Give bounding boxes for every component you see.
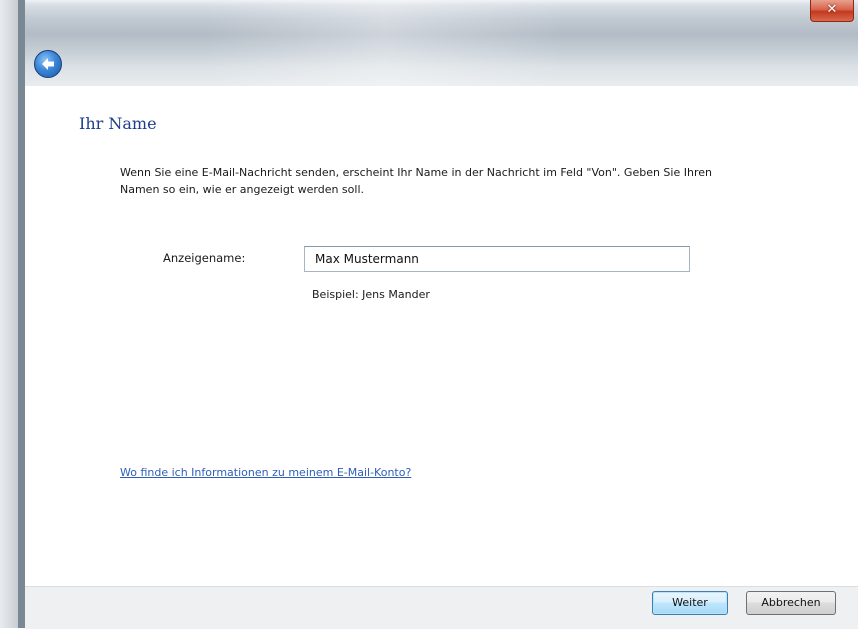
display-name-input[interactable]: [304, 246, 690, 272]
title-bar-sheen: [205, 0, 565, 86]
wizard-window: ✕ Ihr Name Wenn Sie eine E-Mail-Nachrich…: [18, 0, 858, 629]
back-button[interactable]: [34, 50, 62, 78]
desktop-background: [0, 0, 18, 628]
description-text: Wenn Sie eine E-Mail-Nachricht senden, e…: [120, 166, 712, 196]
button-bar: Weiter Abbrechen: [25, 586, 858, 629]
content-area: Ihr Name Wenn Sie eine E-Mail-Nachricht …: [25, 86, 858, 586]
title-bar: ✕: [25, 0, 858, 86]
account-info-link[interactable]: Wo finde ich Informationen zu meinem E-M…: [120, 466, 411, 479]
page-title: Ihr Name: [79, 114, 157, 133]
back-arrow-icon: [42, 58, 54, 70]
next-button[interactable]: Weiter: [652, 591, 728, 615]
close-button[interactable]: ✕: [810, 0, 854, 22]
example-hint: Beispiel: Jens Mander: [312, 288, 430, 301]
display-name-label: Anzeigename:: [163, 251, 246, 265]
close-icon: ✕: [826, 2, 838, 17]
cancel-button[interactable]: Abbrechen: [746, 591, 836, 615]
